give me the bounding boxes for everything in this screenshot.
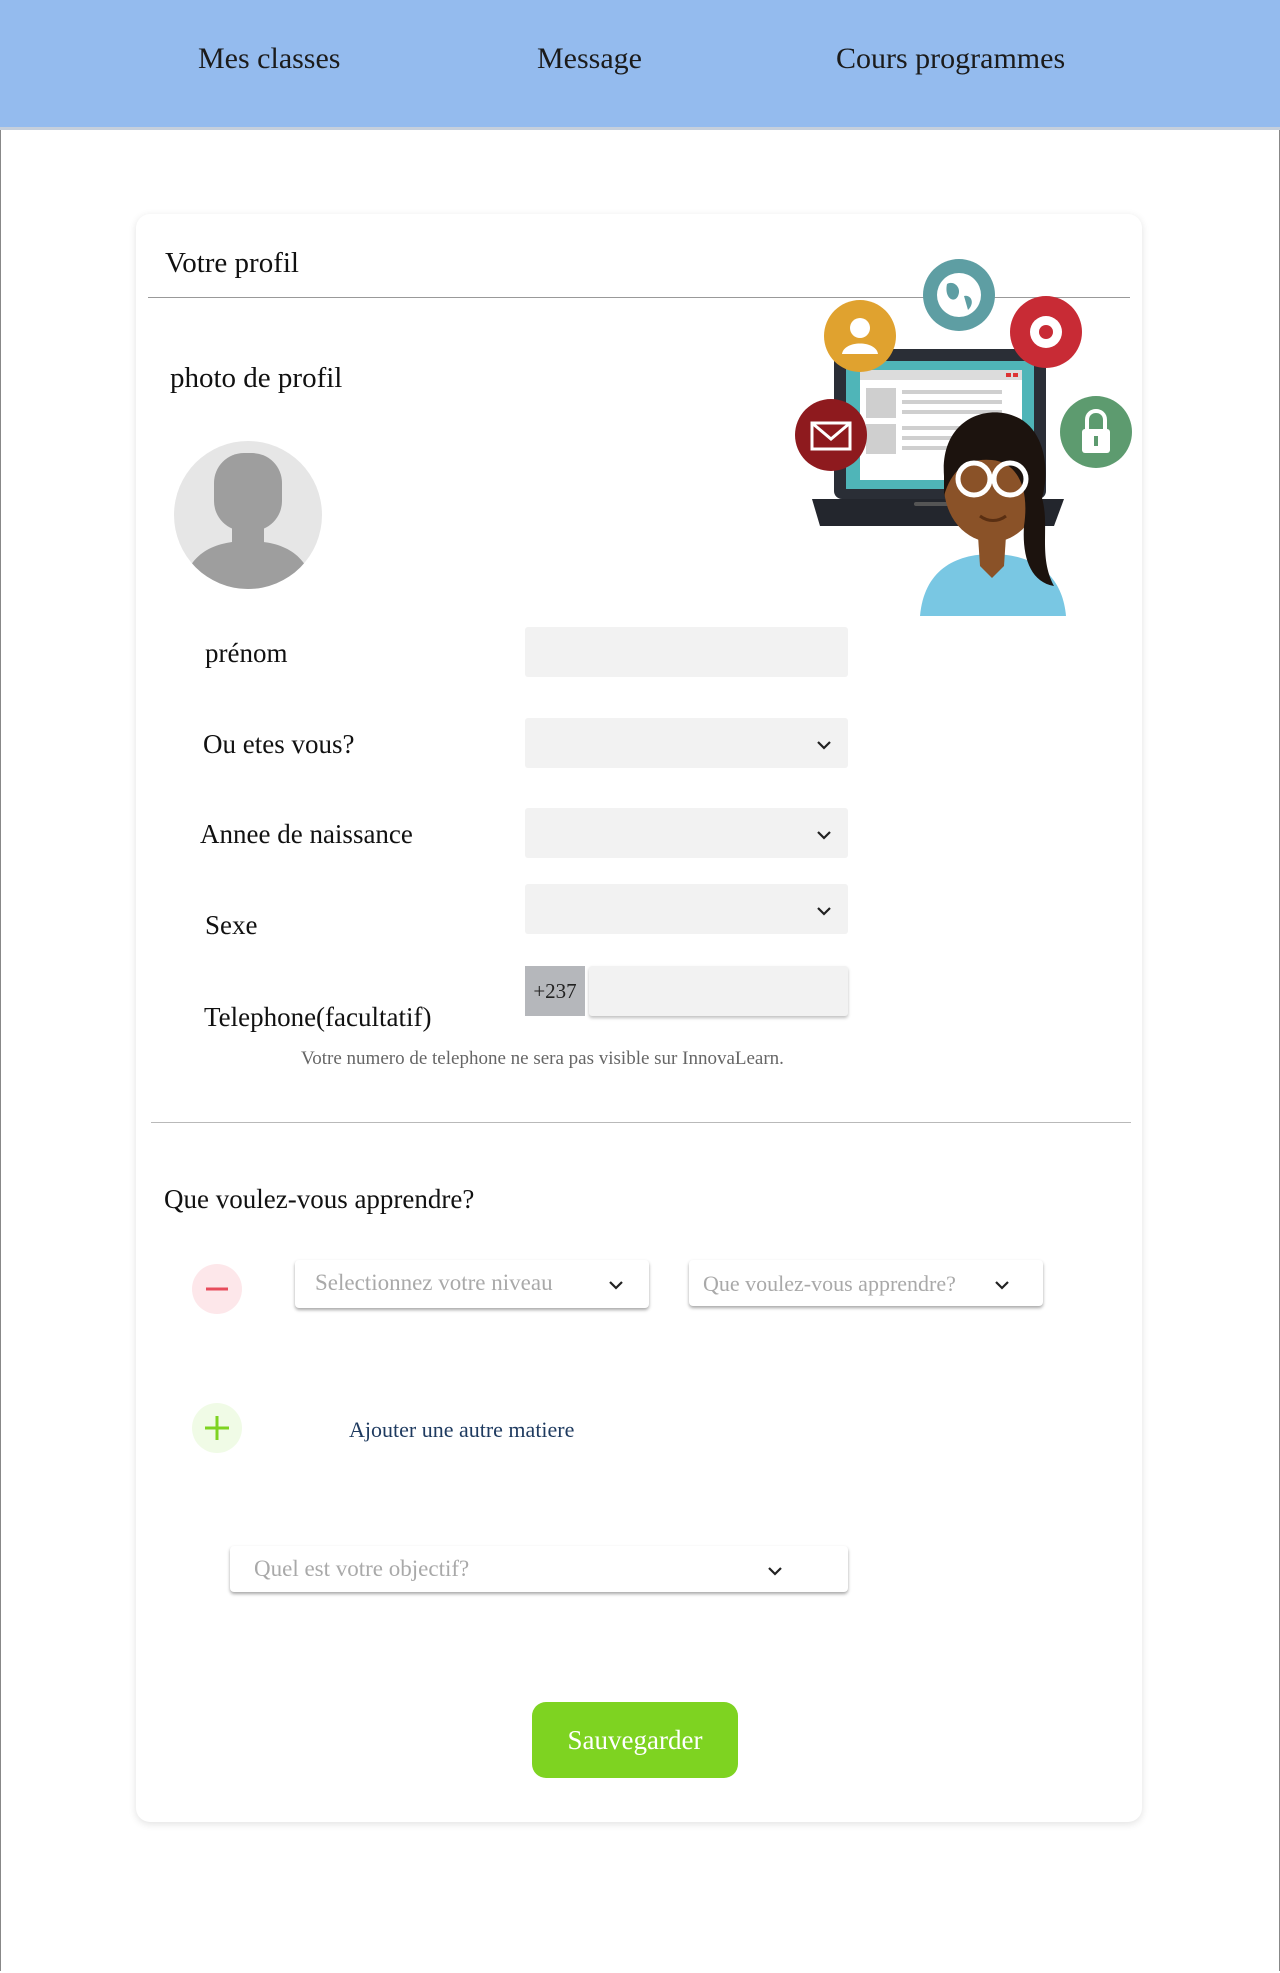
- chevron-down-icon: [817, 831, 831, 840]
- phone-note: Votre numero de telephone ne sera pas vi…: [301, 1048, 784, 1069]
- woman-laptop-illustration: [754, 236, 1134, 616]
- add-subject-link[interactable]: Ajouter une autre matiere: [349, 1417, 574, 1443]
- top-navigation-bar: Mes classes Message Cours programmes: [0, 0, 1280, 130]
- chevron-down-icon: [995, 1281, 1009, 1290]
- level-select[interactable]: Selectionnez votre niveau: [295, 1260, 649, 1308]
- sex-label: Sexe: [205, 910, 258, 940]
- birth-year-label: Annee de naissance: [200, 819, 413, 849]
- objective-select[interactable]: Quel est votre objectif?: [230, 1546, 848, 1592]
- prenom-input[interactable]: [525, 627, 848, 677]
- nav-item-mes-classes[interactable]: Mes classes: [198, 42, 340, 76]
- profile-title: Votre profil: [165, 247, 299, 279]
- plus-icon: [205, 1416, 229, 1440]
- learning-title: Que voulez-vous apprendre?: [164, 1184, 475, 1214]
- chevron-down-icon: [609, 1281, 623, 1290]
- location-select[interactable]: [525, 718, 848, 768]
- subject-select-placeholder: Que voulez-vous apprendre?: [703, 1271, 956, 1296]
- birth-year-select[interactable]: [525, 808, 848, 858]
- save-button[interactable]: Sauvegarder: [532, 1702, 738, 1778]
- phone-input[interactable]: [589, 966, 848, 1016]
- add-subject-button[interactable]: [192, 1403, 242, 1453]
- phone-prefix: +237: [525, 966, 585, 1016]
- minus-icon: [206, 1287, 228, 1291]
- location-label: Ou etes vous?: [203, 729, 355, 759]
- profile-card: Votre profil photo de profil prénom Ou e…: [136, 214, 1142, 1822]
- level-select-placeholder: Selectionnez votre niveau: [315, 1270, 553, 1295]
- section-divider: [151, 1122, 1131, 1123]
- remove-subject-button[interactable]: [192, 1264, 242, 1314]
- chevron-down-icon: [817, 741, 831, 750]
- chevron-down-icon: [817, 907, 831, 916]
- objective-select-placeholder: Quel est votre objectif?: [254, 1556, 470, 1581]
- sex-select[interactable]: [525, 884, 848, 934]
- photo-label: photo de profil: [170, 362, 343, 394]
- subject-select[interactable]: Que voulez-vous apprendre?: [689, 1260, 1043, 1306]
- chevron-down-icon: [768, 1567, 782, 1576]
- avatar-placeholder-icon[interactable]: [174, 441, 322, 589]
- phone-label: Telephone(facultatif): [204, 1002, 432, 1032]
- nav-item-message[interactable]: Message: [537, 42, 642, 76]
- prenom-label: prénom: [205, 638, 288, 668]
- nav-item-cours-programmes[interactable]: Cours programmes: [836, 42, 1065, 76]
